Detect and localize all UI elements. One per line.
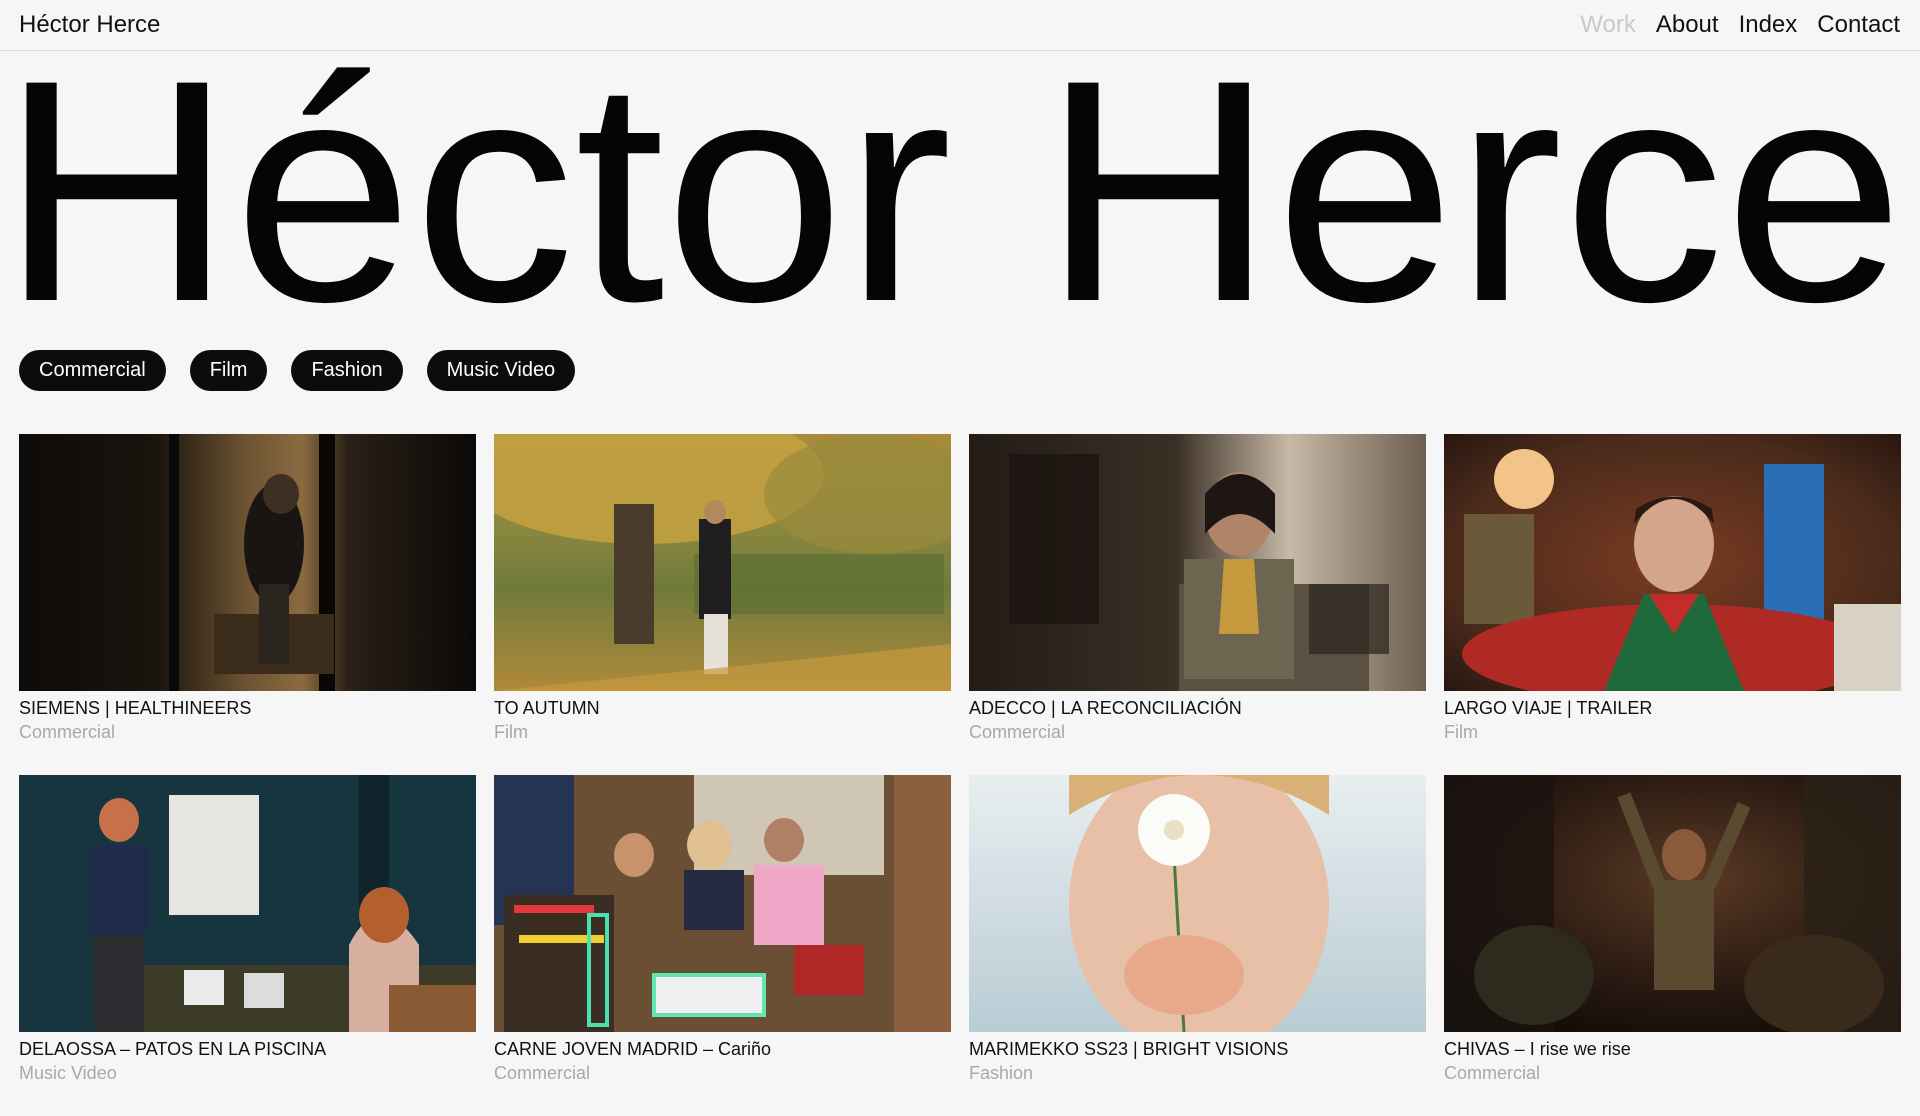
project-title[interactable]: SIEMENS | HEALTHINEERS [19,696,476,720]
nav-work[interactable]: Work [1580,10,1636,40]
project-category: Film [1444,722,1478,742]
nav-contact[interactable]: Contact [1817,10,1900,40]
project-title[interactable]: ADECCO | LA RECONCILIACIÓN [969,696,1426,720]
project-title[interactable]: CHIVAS – I rise we rise [1444,1037,1901,1061]
project-thumbnail[interactable] [494,775,951,1032]
project-card[interactable]: MARIMEKKO SS23 | BRIGHT VISIONS Fashion [969,775,1426,1116]
filter-commercial[interactable]: Commercial [19,350,166,391]
top-bar: Héctor Herce Work About Index Contact [0,0,1920,51]
project-card[interactable]: CARNE JOVEN MADRID – Cariño Commercial [494,775,951,1116]
project-thumbnail[interactable] [494,434,951,691]
project-title[interactable]: LARGO VIAJE | TRAILER [1444,696,1901,720]
project-category: Commercial [19,722,116,742]
project-card[interactable]: TO AUTUMN Film [494,434,951,775]
project-grid: SIEMENS | HEALTHINEERS Commercial TO AUT… [19,434,1901,1116]
project-card[interactable]: DELAOSSA – PATOS EN LA PISCINA Music Vid… [19,775,476,1116]
project-card[interactable]: LARGO VIAJE | TRAILER Film [1444,434,1901,775]
project-category: Music Video [19,1063,117,1083]
project-thumbnail[interactable] [969,434,1426,691]
project-category: Fashion [969,1063,1034,1083]
project-category: Film [494,722,528,742]
hero-title-svg: Héctor Herce [0,58,1904,308]
project-category: Commercial [969,722,1066,742]
filter-fashion[interactable]: Fashion [291,350,403,391]
nav-index[interactable]: Index [1739,10,1798,40]
project-card[interactable]: SIEMENS | HEALTHINEERS Commercial [19,434,476,775]
project-card[interactable]: ADECCO | LA RECONCILIACIÓN Commercial [969,434,1426,775]
project-category: Commercial [1444,1063,1541,1083]
main-nav: Work About Index Contact [1580,10,1900,40]
project-thumbnail[interactable] [19,434,476,691]
hero-title: Héctor Herce [0,58,1904,308]
project-thumbnail[interactable] [969,775,1426,1032]
filter-music-video[interactable]: Music Video [426,350,576,391]
brand-link[interactable]: Héctor Herce [19,10,160,40]
project-title[interactable]: MARIMEKKO SS23 | BRIGHT VISIONS [969,1037,1426,1061]
project-thumbnail[interactable] [1444,775,1901,1032]
project-thumbnail[interactable] [19,775,476,1032]
project-title[interactable]: TO AUTUMN [494,696,951,720]
filter-film[interactable]: Film [189,350,268,391]
project-title[interactable]: DELAOSSA – PATOS EN LA PISCINA [19,1037,476,1061]
project-card[interactable]: CHIVAS – I rise we rise Commercial [1444,775,1901,1116]
nav-about[interactable]: About [1656,10,1719,40]
hero: Héctor Herce [0,58,1920,308]
project-title[interactable]: CARNE JOVEN MADRID – Cariño [494,1037,951,1061]
project-category: Commercial [494,1063,591,1083]
category-filters: Commercial Film Fashion Music Video [19,350,576,391]
project-thumbnail[interactable] [1444,434,1901,691]
